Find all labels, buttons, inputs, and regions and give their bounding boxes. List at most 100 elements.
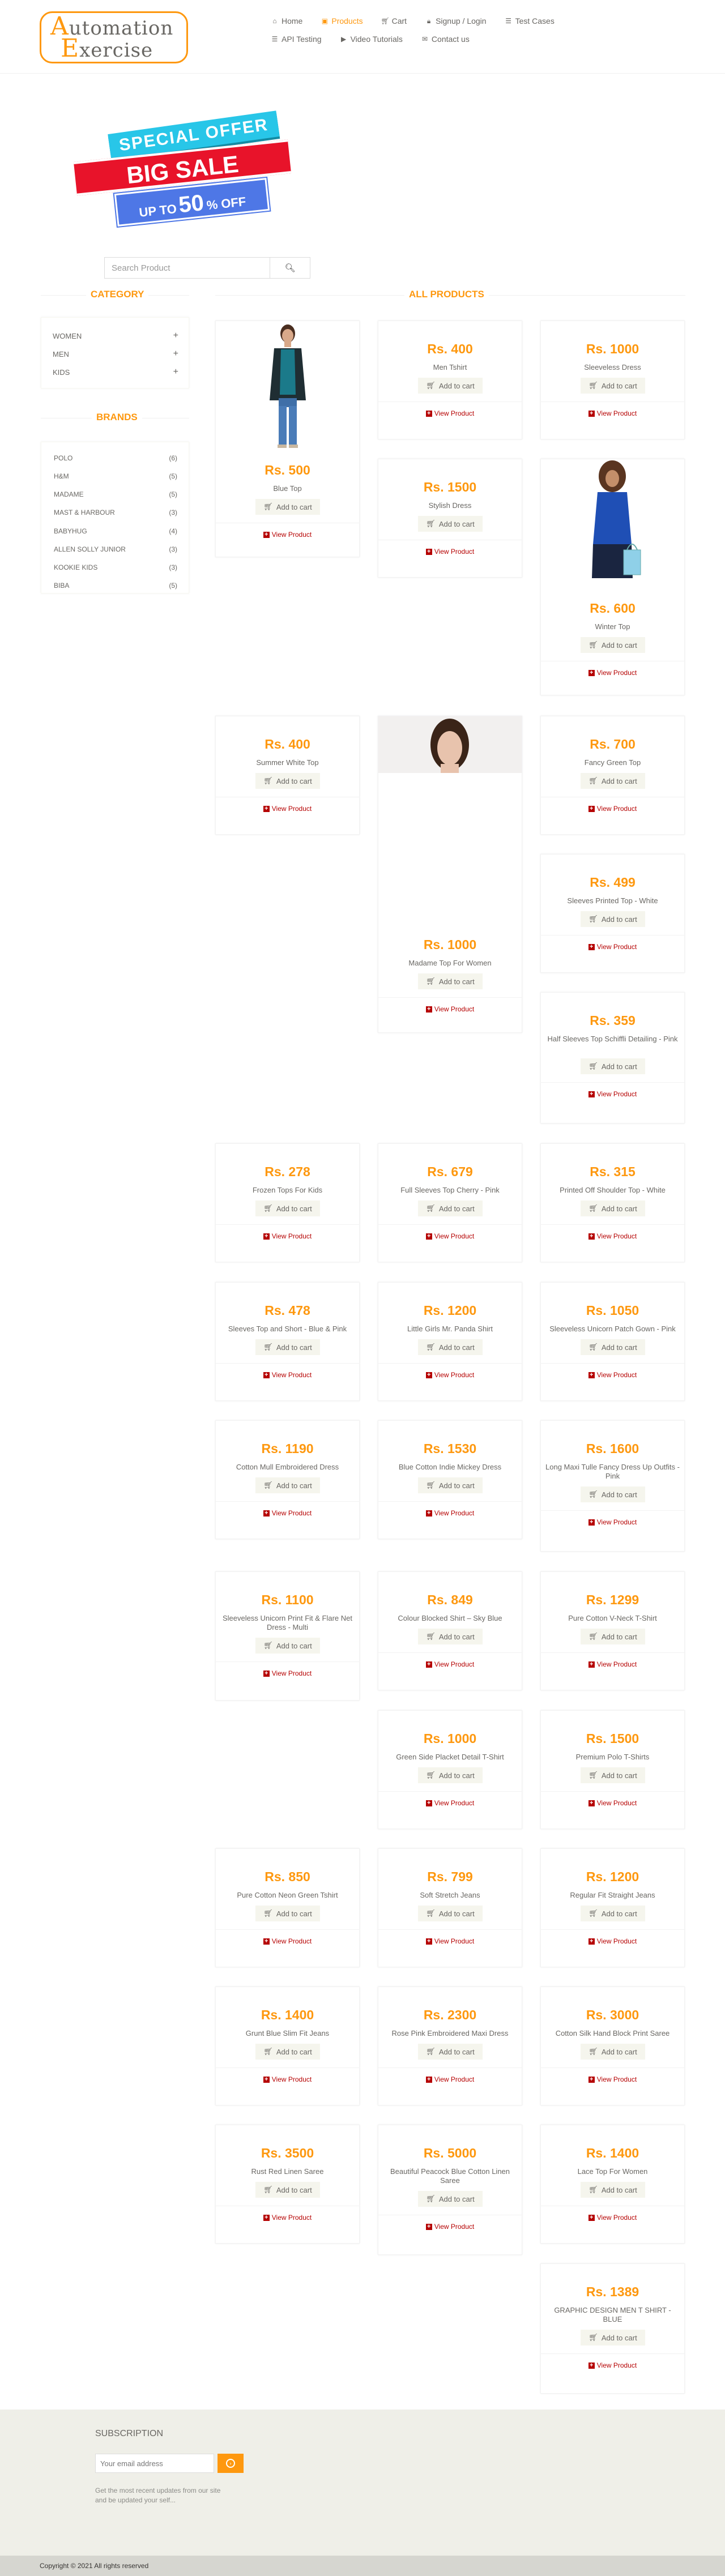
view-product-link[interactable]: + View Product	[541, 1371, 684, 1379]
view-product-link[interactable]: + View Product	[378, 1371, 522, 1379]
brand-hm[interactable]: H&M (5)	[54, 472, 177, 482]
view-product-link[interactable]: + View Product	[541, 2214, 684, 2222]
add-to-cart-label: Add to cart	[601, 1909, 637, 1918]
view-product-link[interactable]: + View Product	[216, 1937, 359, 1945]
nav-contact-us[interactable]: ✉ Contact us	[421, 34, 470, 44]
add-to-cart-button[interactable]: 🛒︎ Add to cart	[581, 911, 645, 927]
add-to-cart-button[interactable]: 🛒︎ Add to cart	[581, 1201, 645, 1216]
nav-home[interactable]: ⌂ Home	[271, 16, 302, 26]
product-name: Pure Cotton Neon Green Tshirt	[237, 1891, 338, 1899]
add-to-cart-button[interactable]: 🛒︎ Add to cart	[418, 1629, 483, 1644]
category-kids[interactable]: Kids +	[53, 366, 178, 378]
view-product-link[interactable]: + View Product	[541, 1660, 684, 1668]
brand-kookie-kids[interactable]: Kookie Kids (3)	[54, 563, 177, 574]
product-image[interactable]	[378, 716, 522, 773]
view-product-link[interactable]: + View Product	[378, 1005, 522, 1013]
subscribe-button[interactable]: ›	[218, 2454, 244, 2473]
add-to-cart-button[interactable]: 🛒︎ Add to cart	[255, 499, 320, 515]
brand-mast-harbour[interactable]: Mast & Harbour (3)	[54, 509, 177, 519]
view-product-link[interactable]: + View Product	[541, 1518, 684, 1526]
search-button[interactable]: 🔍︎	[270, 257, 310, 279]
add-to-cart-button[interactable]: 🛒︎ Add to cart	[581, 378, 645, 394]
add-to-cart-button[interactable]: 🛒︎ Add to cart	[581, 1339, 645, 1355]
brand-polo[interactable]: Polo (6)	[54, 454, 177, 464]
add-to-cart-button[interactable]: 🛒︎ Add to cart	[255, 773, 320, 789]
view-product-link[interactable]: + View Product	[541, 669, 684, 677]
add-to-cart-button[interactable]: 🛒︎ Add to cart	[418, 378, 483, 394]
nav-video-tutorials[interactable]: ▶ Video Tutorials	[340, 34, 403, 44]
view-product-link[interactable]: + View Product	[541, 409, 684, 417]
view-product-link[interactable]: + View Product	[378, 409, 522, 417]
add-to-cart-button[interactable]: 🛒︎ Add to cart	[418, 1339, 483, 1355]
nav-products[interactable]: ▣ Products	[321, 16, 363, 26]
view-product-link[interactable]: + View Product	[541, 1232, 684, 1240]
view-product-link[interactable]: + View Product	[378, 1937, 522, 1945]
view-product-link[interactable]: + View Product	[541, 1937, 684, 1945]
view-product-link[interactable]: + View Product	[216, 1371, 359, 1379]
view-product-link[interactable]: + View Product	[378, 1799, 522, 1807]
view-product-link[interactable]: + View Product	[378, 2223, 522, 2231]
plus-icon: +	[173, 367, 178, 377]
product-image[interactable]	[541, 459, 684, 589]
view-product-link[interactable]: + View Product	[378, 2075, 522, 2083]
nav-signup-login[interactable]: 🔒︎ Signup / Login	[425, 16, 487, 26]
view-product-link[interactable]: + View Product	[541, 943, 684, 951]
site-logo[interactable]: Automation Exercise	[40, 11, 188, 63]
add-to-cart-button[interactable]: 🛒︎ Add to cart	[255, 1201, 320, 1216]
add-to-cart-button[interactable]: 🛒︎ Add to cart	[418, 973, 483, 989]
cart-icon: 🛒︎	[588, 1204, 598, 1212]
view-product-link[interactable]: + View Product	[216, 531, 359, 539]
view-product-link[interactable]: + View Product	[541, 1090, 684, 1098]
add-to-cart-button[interactable]: 🛒︎ Add to cart	[255, 1906, 320, 1921]
add-to-cart-button[interactable]: 🛒︎ Add to cart	[418, 1477, 483, 1493]
add-to-cart-button[interactable]: 🛒︎ Add to cart	[581, 2182, 645, 2198]
subscribe-email-input[interactable]	[95, 2454, 214, 2473]
nav-api-testing[interactable]: ☰ API Testing	[271, 34, 322, 44]
category-women[interactable]: Women +	[53, 330, 178, 341]
add-to-cart-button[interactable]: 🛒︎ Add to cart	[255, 1339, 320, 1355]
view-product-link[interactable]: + View Product	[216, 2214, 359, 2222]
brand-babyhug[interactable]: Babyhug (4)	[54, 527, 177, 537]
search-input[interactable]	[104, 257, 270, 279]
add-to-cart-button[interactable]: 🛒︎ Add to cart	[581, 1629, 645, 1644]
add-to-cart-button[interactable]: 🛒︎ Add to cart	[418, 1767, 483, 1783]
product-image[interactable]	[216, 321, 359, 451]
view-product-link[interactable]: + View Product	[216, 805, 359, 813]
view-product-link[interactable]: + View Product	[216, 1669, 359, 1677]
view-product-link[interactable]: + View Product	[541, 1799, 684, 1807]
view-product-link[interactable]: + View Product	[378, 1232, 522, 1240]
add-to-cart-button[interactable]: 🛒︎ Add to cart	[418, 2191, 483, 2207]
nav-test-cases[interactable]: ☰ Test Cases	[505, 16, 555, 26]
brand-biba[interactable]: Biba (5)	[54, 582, 177, 592]
add-to-cart-button[interactable]: 🛒︎ Add to cart	[581, 2330, 645, 2346]
add-to-cart-button[interactable]: 🛒︎ Add to cart	[255, 2044, 320, 2060]
add-to-cart-button[interactable]: 🛒︎ Add to cart	[255, 1638, 320, 1654]
add-to-cart-button[interactable]: 🛒︎ Add to cart	[418, 1201, 483, 1216]
view-product-link[interactable]: + View Product	[216, 1232, 359, 1240]
view-product-link[interactable]: + View Product	[541, 2361, 684, 2369]
add-to-cart-button[interactable]: 🛒︎ Add to cart	[581, 1906, 645, 1921]
add-to-cart-button[interactable]: 🛒︎ Add to cart	[581, 1767, 645, 1783]
category-men[interactable]: Men +	[53, 348, 178, 360]
view-product-link[interactable]: + View Product	[216, 1509, 359, 1517]
view-product-link[interactable]: + View Product	[216, 2075, 359, 2083]
product-card: Rs. 1299 Pure Cotton V-Neck T-Shirt 🛒︎ Add …	[540, 1571, 685, 1690]
add-to-cart-button[interactable]: 🛒︎ Add to cart	[255, 1477, 320, 1493]
view-product-link[interactable]: + View Product	[378, 1660, 522, 1668]
add-to-cart-button[interactable]: 🛒︎ Add to cart	[581, 637, 645, 653]
view-product-link[interactable]: + View Product	[378, 1509, 522, 1517]
add-to-cart-button[interactable]: 🛒︎ Add to cart	[581, 1058, 645, 1074]
view-product-link[interactable]: + View Product	[541, 805, 684, 813]
add-to-cart-button[interactable]: 🛒︎ Add to cart	[418, 516, 483, 532]
brand-allen-solly-junior[interactable]: Allen Solly Junior (3)	[54, 545, 177, 556]
add-to-cart-button[interactable]: 🛒︎ Add to cart	[581, 1486, 645, 1502]
nav-cart[interactable]: 🛒︎ Cart	[381, 16, 407, 26]
view-product-link[interactable]: + View Product	[541, 2075, 684, 2083]
view-product-link[interactable]: + View Product	[378, 548, 522, 556]
add-to-cart-button[interactable]: 🛒︎ Add to cart	[581, 2044, 645, 2060]
brand-madame[interactable]: Madame (5)	[54, 490, 177, 501]
add-to-cart-button[interactable]: 🛒︎ Add to cart	[418, 2044, 483, 2060]
add-to-cart-button[interactable]: 🛒︎ Add to cart	[255, 2182, 320, 2198]
add-to-cart-button[interactable]: 🛒︎ Add to cart	[418, 1906, 483, 1921]
add-to-cart-button[interactable]: 🛒︎ Add to cart	[581, 773, 645, 789]
